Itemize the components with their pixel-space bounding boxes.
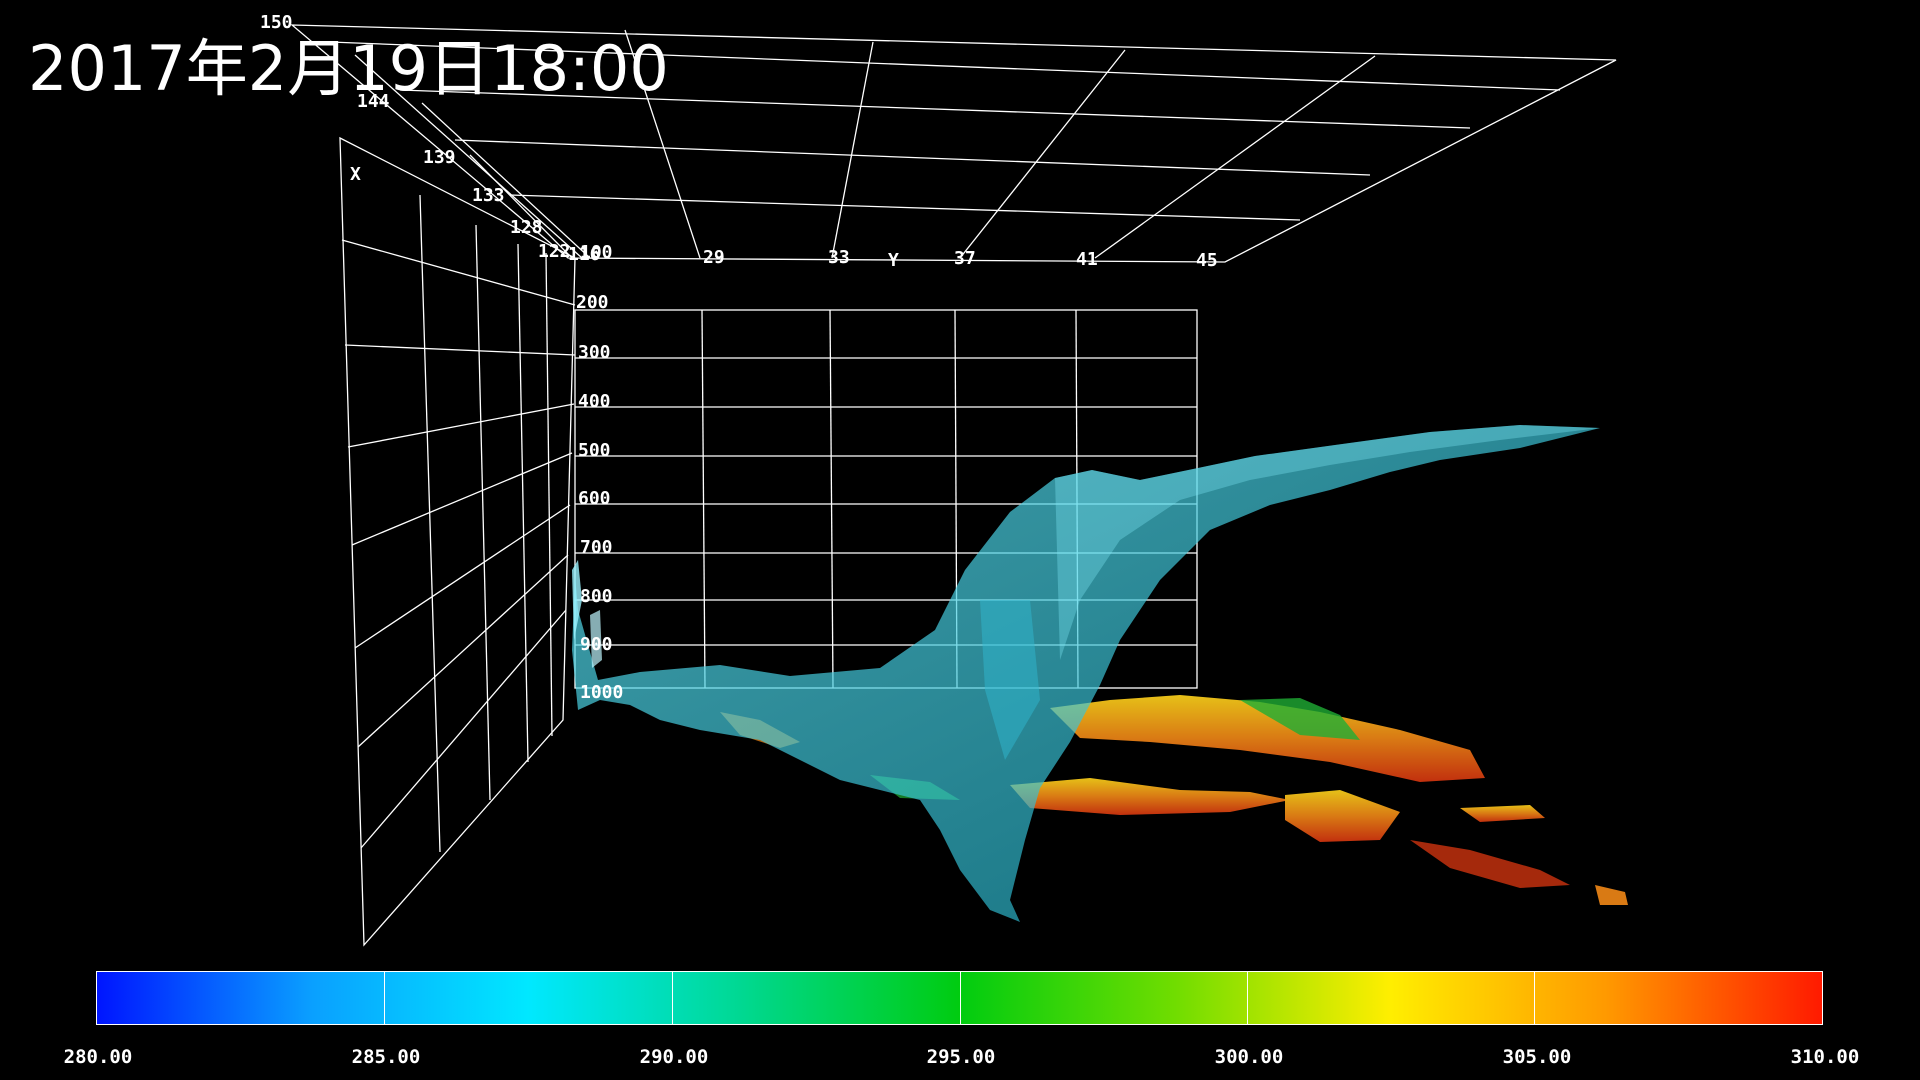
z-tick: 600	[578, 488, 611, 509]
colorbar-label: 285.00	[351, 1046, 421, 1068]
y-tick: 33	[828, 247, 850, 268]
z-tick: 700	[580, 537, 613, 558]
z-tick: 100	[580, 242, 613, 263]
z-tick: 400	[578, 391, 611, 412]
colorbar-label: 280.00	[63, 1046, 133, 1068]
x-tick: 139	[423, 147, 456, 168]
y-axis-label: Y	[888, 250, 899, 271]
z-tick: 900	[580, 634, 613, 655]
x-tick: 122	[538, 241, 571, 262]
colorbar-divider	[671, 972, 673, 1024]
x-tick: 128	[510, 217, 543, 238]
z-tick: 300	[578, 342, 611, 363]
z-tick: 500	[578, 440, 611, 461]
axis-labels: X Y	[350, 164, 899, 271]
x-axis-label: X	[350, 164, 361, 185]
y-tick: 41	[1076, 249, 1098, 270]
colorbar-divider	[1534, 972, 1536, 1024]
colorbar-divider	[1246, 972, 1248, 1024]
colorbar-label: 300.00	[1214, 1046, 1284, 1068]
y-tick: 29	[703, 247, 725, 268]
z-tick-labels: 100 200 300 400 500 600 700 800 900 1000	[576, 242, 623, 703]
colorbar-label: 295.00	[926, 1046, 996, 1068]
z-tick: 200	[576, 292, 609, 313]
colorbar	[96, 971, 1823, 1025]
z-tick: 800	[580, 586, 613, 607]
colorbar-label: 290.00	[639, 1046, 709, 1068]
y-tick: 45	[1196, 250, 1218, 271]
y-tick: 37	[954, 248, 976, 269]
colorbar-labels: 280.00 285.00 290.00 295.00 300.00 305.0…	[0, 1046, 1920, 1070]
colorbar-divider	[959, 972, 961, 1024]
3d-visualization-scene: X Y 150 144 139 133 128 122 116 29 33 37…	[260, 12, 1628, 947]
colorbar-label: 305.00	[1502, 1046, 1572, 1068]
timestamp-label: 2017年2月19日18:00	[28, 32, 669, 105]
x-tick: 133	[472, 185, 505, 206]
colorbar-divider	[384, 972, 386, 1024]
z-tick: 1000	[580, 682, 623, 703]
colorbar-label: 310.00	[1790, 1046, 1860, 1068]
